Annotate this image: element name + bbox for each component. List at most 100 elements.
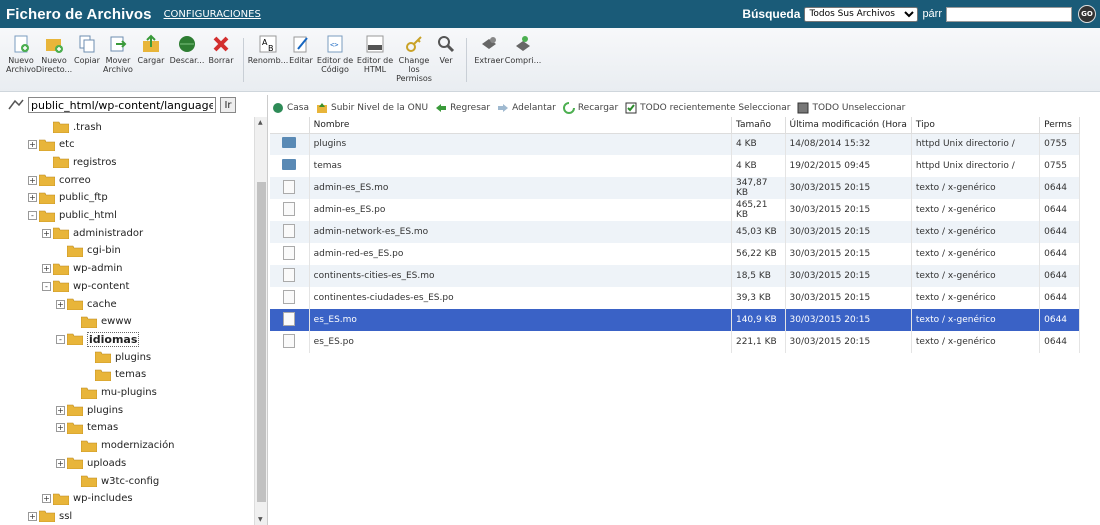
folder-icon [282, 137, 297, 149]
expand-icon[interactable]: + [56, 405, 65, 415]
tree-item[interactable]: + temas [56, 419, 118, 437]
expand-icon[interactable]: + [28, 175, 37, 185]
tree-item[interactable]: - idiomas [56, 330, 140, 348]
tree-item[interactable]: w3tc-config [70, 472, 159, 490]
toolbar-extract-button[interactable]: Extraer [473, 34, 505, 91]
table-row[interactable]: temas 4 KB 19/02/2015 09:45 httpd Unix dire… [270, 155, 1080, 177]
table-row[interactable]: continentes-ciudades-es_ES.po 39,3 KB 30/0… [270, 287, 1080, 309]
toolbar-permissions-button[interactable]: Change los Permisos [396, 34, 432, 91]
folder-icon [67, 298, 83, 310]
folder-icon [95, 369, 111, 381]
expand-icon[interactable]: + [56, 458, 65, 468]
toolbar-rename-button[interactable]: A B Renomb... [248, 34, 288, 91]
tree-item[interactable]: cgi-bin [56, 242, 121, 260]
name-column-header[interactable]: Nombre [309, 117, 732, 134]
toolbar-label: Nuevo Archivo [6, 56, 36, 74]
search-input[interactable] [946, 6, 1072, 22]
expand-icon[interactable]: + [28, 511, 37, 521]
expand-icon[interactable]: + [56, 299, 65, 309]
expand-icon[interactable]: + [28, 193, 37, 203]
go-button[interactable]: GO [1078, 5, 1096, 23]
forward-button[interactable]: Adelantar [497, 102, 556, 114]
expand-icon[interactable]: + [56, 423, 65, 433]
tree-item[interactable]: + correo [28, 171, 91, 189]
toolbar-upload-button[interactable]: Cargar [134, 34, 168, 91]
scroll-up-arrow-icon[interactable]: ▲ [258, 119, 263, 126]
toolbar-view-button[interactable]: Ver [433, 34, 459, 91]
scroll-thumb[interactable] [257, 182, 266, 502]
tree-scrollbar[interactable]: ▲ ▼ [254, 117, 267, 525]
table-row[interactable]: admin-es_ES.mo 347,87 KB 30/03/2015 20:15 t… [270, 177, 1080, 199]
tree-item-label: ewww [101, 316, 132, 328]
file-icon [283, 179, 296, 194]
search-scope-select[interactable]: Todos Sus Archivos [804, 6, 919, 22]
tree-item[interactable]: + public_ftp [28, 189, 108, 207]
path-go-button[interactable]: Ir [220, 97, 236, 113]
expand-icon[interactable]: + [42, 228, 51, 238]
download-icon [176, 34, 198, 54]
expand-icon[interactable]: + [42, 494, 51, 504]
up-folder-icon [317, 103, 328, 113]
tree-item[interactable]: - public_html [28, 207, 117, 225]
tree-item[interactable]: + uploads [56, 454, 126, 472]
file-type-cell: httpd Unix directorio / [911, 133, 1041, 155]
file-name-cell: es_ES.mo [309, 309, 732, 331]
expand-icon[interactable]: + [42, 264, 51, 274]
new-file-icon [10, 34, 32, 54]
delete-icon [210, 34, 232, 54]
modified-column-header[interactable]: Última modificación (Hora [785, 117, 912, 134]
toolbar-html-editor-button[interactable]: Editor de HTML [355, 34, 395, 91]
tree-item[interactable]: + wp-admin [42, 260, 122, 278]
toolbar-move-button[interactable]: Mover Archivo [103, 34, 133, 91]
tree-item[interactable]: .trash [42, 118, 102, 136]
path-input[interactable] [28, 97, 216, 113]
toolbar-new-folder-button[interactable]: Nuevo Directo... [36, 34, 72, 91]
tree-item[interactable]: modernización [70, 437, 175, 455]
collapse-icon[interactable]: - [56, 334, 65, 344]
table-row[interactable]: es_ES.po 221,1 KB 30/03/2015 20:15 texto / … [270, 331, 1080, 353]
home-button[interactable]: Casa [272, 102, 309, 114]
forward-arrow-icon [498, 104, 509, 112]
tree-item[interactable]: registros [42, 153, 117, 171]
tree-item[interactable]: + ssl [28, 507, 72, 525]
toolbar-code-editor-button[interactable]: <> Editor de Código [316, 34, 354, 91]
table-row[interactable]: plugins 4 KB 14/08/2014 15:32 httpd Unix di… [270, 133, 1080, 155]
tree-item[interactable]: + wp-includes [42, 490, 133, 508]
tree-item[interactable]: plugins [84, 348, 151, 366]
toolbar-edit-button[interactable]: Editar [287, 34, 315, 91]
settings-link[interactable]: CONFIGURACIONES [164, 9, 261, 20]
table-row[interactable]: continents-cities-es_ES.mo 18,5 KB 30/03/2… [270, 265, 1080, 287]
toolbar-copy-button[interactable]: Copiar [72, 34, 102, 91]
up-level-button[interactable]: Subir Nivel de la ONU [316, 102, 428, 114]
back-button[interactable]: Regresar [435, 102, 490, 114]
toolbar-new-file-button[interactable]: Nuevo Archivo [6, 34, 36, 91]
folder-icon [53, 263, 69, 275]
file-icon [283, 333, 296, 348]
table-row[interactable]: es_ES.mo 140,9 KB 30/03/2015 20:15 texto / … [270, 309, 1080, 331]
table-row[interactable]: admin-es_ES.po 465,21 KB 30/03/2015 20:15 t… [270, 199, 1080, 221]
unselect-all-button[interactable]: TODO Unseleccionar [797, 102, 905, 114]
table-row[interactable]: admin-network-es_ES.mo 45,03 KB 30/03/2015… [270, 221, 1080, 243]
collapse-icon[interactable]: - [42, 281, 51, 291]
expand-icon[interactable]: + [28, 140, 37, 150]
tree-item[interactable]: + etc [28, 136, 75, 154]
reload-button[interactable]: Recargar [562, 102, 618, 114]
toolbar-delete-button[interactable]: Borrar [206, 34, 236, 91]
tree-item[interactable]: mu-plugins [70, 384, 157, 402]
toolbar-compress-button[interactable]: Compri... [505, 34, 541, 91]
tree-item[interactable]: temas [84, 366, 146, 384]
scroll-down-arrow-icon[interactable]: ▼ [258, 516, 263, 523]
perms-column-header[interactable]: Perms [1039, 117, 1080, 134]
tree-item[interactable]: ewww [70, 313, 132, 331]
tree-item[interactable]: - wp-content [42, 277, 129, 295]
type-column-header[interactable]: Tipo [911, 117, 1041, 134]
select-all-button[interactable]: TODO recientemente Seleccionar [625, 102, 790, 114]
collapse-icon[interactable]: - [28, 211, 37, 220]
toolbar-download-button[interactable]: Descar... [169, 34, 205, 91]
toolbar-label: Mover Archivo [103, 56, 133, 74]
tree-item[interactable]: + cache [56, 295, 117, 313]
size-column-header[interactable]: Tamaño [731, 117, 786, 134]
tree-item[interactable]: + administrador [42, 224, 143, 242]
tree-item[interactable]: + plugins [56, 401, 123, 419]
table-row[interactable]: admin-red-es_ES.po 56,22 KB 30/03/2015 20:… [270, 243, 1080, 265]
